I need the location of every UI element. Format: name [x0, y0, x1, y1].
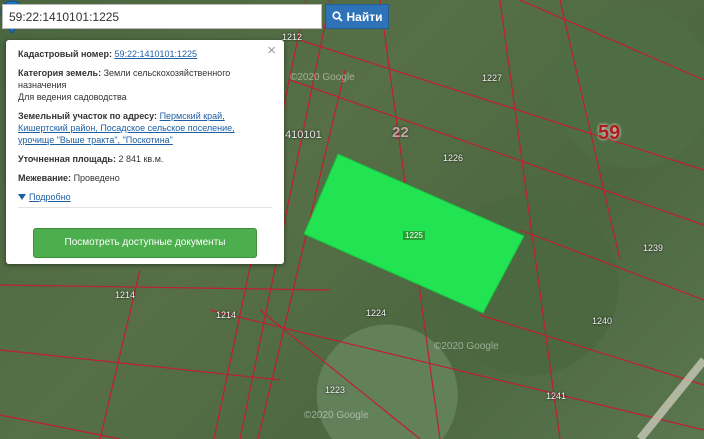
quarter-number-label: 22: [392, 124, 409, 141]
close-icon[interactable]: ×: [267, 43, 276, 58]
view-documents-button[interactable]: Посмотреть доступные документы: [33, 228, 257, 258]
land-category-row: Категория земель: Земли сельскохозяйстве…: [18, 67, 272, 103]
parcel-label: 1214: [216, 310, 237, 320]
map-watermark: ©2020 Google: [434, 341, 499, 352]
map-watermark: ©2020 Google: [290, 72, 355, 83]
boundary-label: Межевание:: [18, 173, 72, 183]
parcel-info-popup: × Кадастровый номер: 59:22:1410101:1225 …: [6, 40, 284, 264]
cadastral-number-row: Кадастровый номер: 59:22:1410101:1225: [18, 48, 272, 60]
find-button-label: Найти: [346, 9, 383, 24]
search-input[interactable]: [3, 5, 321, 28]
area-row: Уточненная площадь: 2 841 кв.м.: [18, 153, 272, 165]
find-button[interactable]: Найти: [325, 4, 389, 29]
more-details-toggle[interactable]: Подробно: [18, 191, 272, 203]
parcel-label: 1241: [546, 391, 567, 401]
cadastral-number-label: Кадастровый номер:: [18, 49, 112, 59]
parcel-label: 1223: [325, 385, 346, 395]
land-category-label: Категория земель:: [18, 68, 102, 78]
boundary-value: Проведено: [73, 173, 120, 183]
parcel-label: 1212: [282, 32, 303, 42]
address-label: Земельный участок по адресу:: [18, 111, 158, 121]
parcel-label: 1224: [366, 308, 387, 318]
land-use-value: Для ведения садоводства: [18, 92, 127, 102]
search-field[interactable]: [2, 4, 322, 29]
cadastral-partial-label: 410101: [285, 129, 322, 141]
triangle-down-icon: [18, 194, 26, 200]
cadastral-number-link[interactable]: 59:22:1410101:1225: [114, 49, 197, 59]
parcel-label: 1239: [643, 243, 664, 253]
parcel-label: 1226: [443, 153, 464, 163]
parcel-label: 1240: [592, 316, 613, 326]
map-watermark: ©2020 Google: [304, 410, 369, 421]
divider: [18, 207, 272, 208]
area-value: 2 841 кв.м.: [118, 154, 164, 164]
parcel-label: 1225: [403, 231, 425, 240]
more-details-label: Подробно: [29, 192, 71, 202]
parcel-label: 1214: [115, 290, 136, 300]
parcel-label: 1227: [482, 73, 503, 83]
search-icon: [331, 11, 343, 22]
area-label: Уточненная площадь:: [18, 154, 116, 164]
block-number-label: 59: [598, 122, 621, 144]
address-row: Земельный участок по адресу: Пермский кр…: [18, 110, 272, 146]
boundary-row: Межевание: Проведено: [18, 172, 272, 184]
